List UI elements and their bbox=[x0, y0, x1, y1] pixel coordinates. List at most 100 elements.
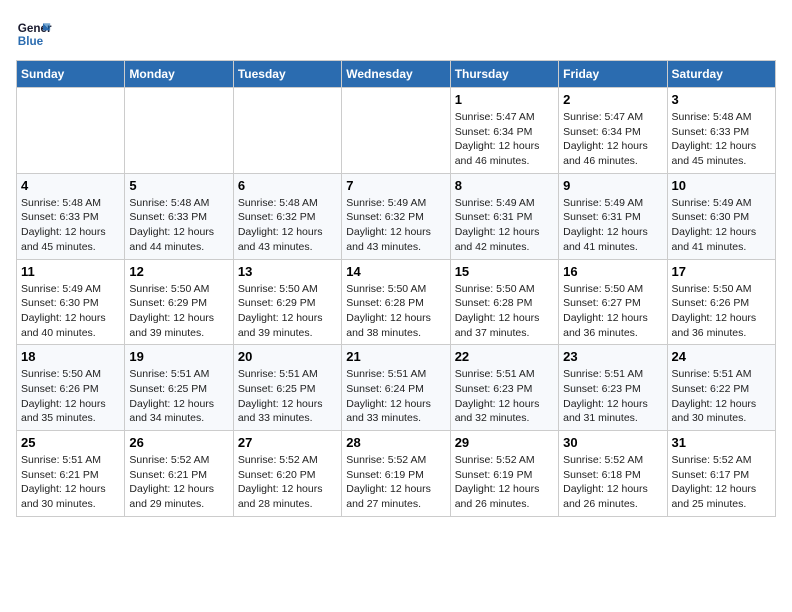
weekday-header-wednesday: Wednesday bbox=[342, 61, 450, 88]
day-number: 12 bbox=[129, 264, 228, 279]
day-number: 26 bbox=[129, 435, 228, 450]
weekday-header-row: SundayMondayTuesdayWednesdayThursdayFrid… bbox=[17, 61, 776, 88]
calendar-table: SundayMondayTuesdayWednesdayThursdayFrid… bbox=[16, 60, 776, 517]
weekday-header-sunday: Sunday bbox=[17, 61, 125, 88]
day-cell bbox=[233, 88, 341, 174]
day-cell: 4 Sunrise: 5:48 AM Sunset: 6:33 PM Daylig… bbox=[17, 173, 125, 259]
day-cell: 17 Sunrise: 5:50 AM Sunset: 6:26 PM Dayli… bbox=[667, 259, 775, 345]
day-cell: 21 Sunrise: 5:51 AM Sunset: 6:24 PM Dayli… bbox=[342, 345, 450, 431]
day-info: Sunrise: 5:52 AM Sunset: 6:19 PM Dayligh… bbox=[455, 453, 554, 512]
day-number: 13 bbox=[238, 264, 337, 279]
day-number: 16 bbox=[563, 264, 662, 279]
day-info: Sunrise: 5:51 AM Sunset: 6:25 PM Dayligh… bbox=[129, 367, 228, 426]
day-info: Sunrise: 5:48 AM Sunset: 6:33 PM Dayligh… bbox=[672, 110, 771, 169]
day-number: 25 bbox=[21, 435, 120, 450]
day-number: 22 bbox=[455, 349, 554, 364]
day-info: Sunrise: 5:47 AM Sunset: 6:34 PM Dayligh… bbox=[563, 110, 662, 169]
day-cell: 26 Sunrise: 5:52 AM Sunset: 6:21 PM Dayli… bbox=[125, 431, 233, 517]
day-cell: 8 Sunrise: 5:49 AM Sunset: 6:31 PM Daylig… bbox=[450, 173, 558, 259]
day-info: Sunrise: 5:50 AM Sunset: 6:29 PM Dayligh… bbox=[129, 282, 228, 341]
day-number: 27 bbox=[238, 435, 337, 450]
day-cell: 25 Sunrise: 5:51 AM Sunset: 6:21 PM Dayli… bbox=[17, 431, 125, 517]
day-number: 1 bbox=[455, 92, 554, 107]
day-info: Sunrise: 5:49 AM Sunset: 6:31 PM Dayligh… bbox=[455, 196, 554, 255]
logo: General Blue bbox=[16, 16, 56, 52]
day-number: 21 bbox=[346, 349, 445, 364]
day-info: Sunrise: 5:50 AM Sunset: 6:29 PM Dayligh… bbox=[238, 282, 337, 341]
day-info: Sunrise: 5:51 AM Sunset: 6:23 PM Dayligh… bbox=[455, 367, 554, 426]
day-cell: 10Sunrise: 5:49 AM Sunset: 6:30 PM Dayli… bbox=[667, 173, 775, 259]
svg-text:Blue: Blue bbox=[18, 35, 44, 48]
day-info: Sunrise: 5:50 AM Sunset: 6:26 PM Dayligh… bbox=[672, 282, 771, 341]
weekday-header-monday: Monday bbox=[125, 61, 233, 88]
day-info: Sunrise: 5:47 AM Sunset: 6:34 PM Dayligh… bbox=[455, 110, 554, 169]
day-info: Sunrise: 5:51 AM Sunset: 6:21 PM Dayligh… bbox=[21, 453, 120, 512]
day-number: 20 bbox=[238, 349, 337, 364]
day-number: 19 bbox=[129, 349, 228, 364]
day-number: 23 bbox=[563, 349, 662, 364]
day-cell: 28Sunrise: 5:52 AM Sunset: 6:19 PM Dayli… bbox=[342, 431, 450, 517]
day-number: 24 bbox=[672, 349, 771, 364]
day-cell: 2Sunrise: 5:47 AM Sunset: 6:34 PM Daylig… bbox=[559, 88, 667, 174]
day-number: 5 bbox=[129, 178, 228, 193]
day-cell: 22 Sunrise: 5:51 AM Sunset: 6:23 PM Dayli… bbox=[450, 345, 558, 431]
weekday-header-saturday: Saturday bbox=[667, 61, 775, 88]
day-info: Sunrise: 5:50 AM Sunset: 6:26 PM Dayligh… bbox=[21, 367, 120, 426]
day-info: Sunrise: 5:51 AM Sunset: 6:23 PM Dayligh… bbox=[563, 367, 662, 426]
week-row-4: 18 Sunrise: 5:50 AM Sunset: 6:26 PM Dayli… bbox=[17, 345, 776, 431]
day-cell bbox=[125, 88, 233, 174]
week-row-3: 11 Sunrise: 5:49 AM Sunset: 6:30 PM Dayli… bbox=[17, 259, 776, 345]
day-cell: 14Sunrise: 5:50 AM Sunset: 6:28 PM Dayli… bbox=[342, 259, 450, 345]
day-cell: 15Sunrise: 5:50 AM Sunset: 6:28 PM Dayli… bbox=[450, 259, 558, 345]
day-cell: 5 Sunrise: 5:48 AM Sunset: 6:33 PM Daylig… bbox=[125, 173, 233, 259]
day-cell: 27 Sunrise: 5:52 AM Sunset: 6:20 PM Dayli… bbox=[233, 431, 341, 517]
day-info: Sunrise: 5:50 AM Sunset: 6:27 PM Dayligh… bbox=[563, 282, 662, 341]
day-number: 8 bbox=[455, 178, 554, 193]
day-number: 17 bbox=[672, 264, 771, 279]
weekday-header-friday: Friday bbox=[559, 61, 667, 88]
day-number: 7 bbox=[346, 178, 445, 193]
day-number: 4 bbox=[21, 178, 120, 193]
day-cell: 9Sunrise: 5:49 AM Sunset: 6:31 PM Daylig… bbox=[559, 173, 667, 259]
day-number: 3 bbox=[672, 92, 771, 107]
day-info: Sunrise: 5:52 AM Sunset: 6:18 PM Dayligh… bbox=[563, 453, 662, 512]
day-cell: 18 Sunrise: 5:50 AM Sunset: 6:26 PM Dayli… bbox=[17, 345, 125, 431]
day-cell: 6 Sunrise: 5:48 AM Sunset: 6:32 PM Daylig… bbox=[233, 173, 341, 259]
day-info: Sunrise: 5:51 AM Sunset: 6:25 PM Dayligh… bbox=[238, 367, 337, 426]
day-number: 18 bbox=[21, 349, 120, 364]
day-info: Sunrise: 5:50 AM Sunset: 6:28 PM Dayligh… bbox=[455, 282, 554, 341]
day-cell: 29 Sunrise: 5:52 AM Sunset: 6:19 PM Dayli… bbox=[450, 431, 558, 517]
day-cell: 13 Sunrise: 5:50 AM Sunset: 6:29 PM Dayli… bbox=[233, 259, 341, 345]
day-cell: 1 Sunrise: 5:47 AM Sunset: 6:34 PM Daylig… bbox=[450, 88, 558, 174]
day-cell bbox=[17, 88, 125, 174]
day-cell: 24 Sunrise: 5:51 AM Sunset: 6:22 PM Dayli… bbox=[667, 345, 775, 431]
day-number: 31 bbox=[672, 435, 771, 450]
day-number: 29 bbox=[455, 435, 554, 450]
day-info: Sunrise: 5:51 AM Sunset: 6:24 PM Dayligh… bbox=[346, 367, 445, 426]
day-info: Sunrise: 5:52 AM Sunset: 6:17 PM Dayligh… bbox=[672, 453, 771, 512]
day-info: Sunrise: 5:48 AM Sunset: 6:33 PM Dayligh… bbox=[21, 196, 120, 255]
day-number: 6 bbox=[238, 178, 337, 193]
day-info: Sunrise: 5:49 AM Sunset: 6:31 PM Dayligh… bbox=[563, 196, 662, 255]
day-info: Sunrise: 5:50 AM Sunset: 6:28 PM Dayligh… bbox=[346, 282, 445, 341]
day-info: Sunrise: 5:52 AM Sunset: 6:20 PM Dayligh… bbox=[238, 453, 337, 512]
day-cell: 12 Sunrise: 5:50 AM Sunset: 6:29 PM Dayli… bbox=[125, 259, 233, 345]
day-cell: 19 Sunrise: 5:51 AM Sunset: 6:25 PM Dayli… bbox=[125, 345, 233, 431]
day-info: Sunrise: 5:52 AM Sunset: 6:19 PM Dayligh… bbox=[346, 453, 445, 512]
logo-icon: General Blue bbox=[16, 16, 52, 52]
day-info: Sunrise: 5:48 AM Sunset: 6:33 PM Dayligh… bbox=[129, 196, 228, 255]
day-cell bbox=[342, 88, 450, 174]
day-number: 11 bbox=[21, 264, 120, 279]
weekday-header-tuesday: Tuesday bbox=[233, 61, 341, 88]
day-cell: 3 Sunrise: 5:48 AM Sunset: 6:33 PM Daylig… bbox=[667, 88, 775, 174]
day-info: Sunrise: 5:49 AM Sunset: 6:30 PM Dayligh… bbox=[672, 196, 771, 255]
day-info: Sunrise: 5:51 AM Sunset: 6:22 PM Dayligh… bbox=[672, 367, 771, 426]
day-info: Sunrise: 5:48 AM Sunset: 6:32 PM Dayligh… bbox=[238, 196, 337, 255]
day-info: Sunrise: 5:52 AM Sunset: 6:21 PM Dayligh… bbox=[129, 453, 228, 512]
day-cell: 30Sunrise: 5:52 AM Sunset: 6:18 PM Dayli… bbox=[559, 431, 667, 517]
week-row-5: 25 Sunrise: 5:51 AM Sunset: 6:21 PM Dayli… bbox=[17, 431, 776, 517]
week-row-2: 4 Sunrise: 5:48 AM Sunset: 6:33 PM Daylig… bbox=[17, 173, 776, 259]
day-info: Sunrise: 5:49 AM Sunset: 6:30 PM Dayligh… bbox=[21, 282, 120, 341]
day-cell: 7Sunrise: 5:49 AM Sunset: 6:32 PM Daylig… bbox=[342, 173, 450, 259]
day-cell: 20 Sunrise: 5:51 AM Sunset: 6:25 PM Dayli… bbox=[233, 345, 341, 431]
